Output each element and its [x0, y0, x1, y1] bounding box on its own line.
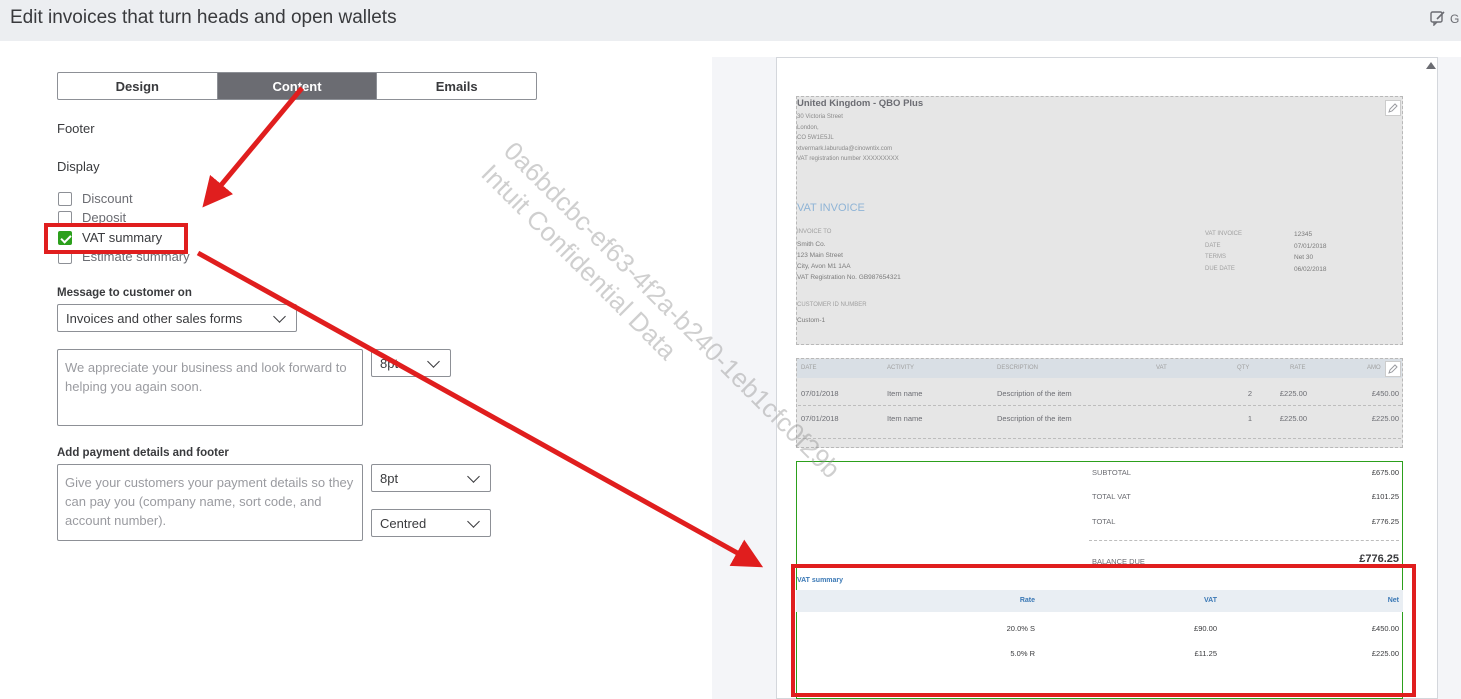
- arrow-to-checkbox: [202, 86, 304, 208]
- highlight-vat-summary-preview: [791, 564, 1416, 697]
- arrow-to-vat-summary: [196, 250, 764, 568]
- highlight-vat-summary-checkbox: [44, 223, 188, 254]
